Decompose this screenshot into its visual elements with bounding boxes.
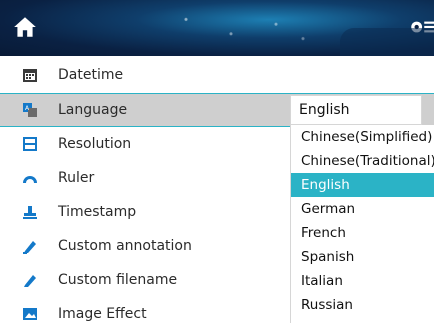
language-dropdown: Chinese(Simplified) Chinese(Traditional)… [290,125,434,323]
pen-icon [23,241,36,254]
pen-icon [24,275,36,287]
language-option[interactable]: French [291,221,434,245]
menu-item-label: Resolution [58,136,132,152]
menu-item-label: Language [58,102,128,118]
language-option[interactable]: Spanish [291,245,434,269]
language-select-value: English [299,102,350,118]
timestamp-icon [23,206,37,219]
language-option[interactable]: German [291,197,434,221]
language-option[interactable]: Italian [291,269,434,293]
settings-icon[interactable] [408,14,434,40]
menu-item-label: Image Effect [58,306,147,322]
image-effect-icon [23,308,37,320]
calendar-icon [23,69,37,82]
home-icon[interactable] [12,14,38,40]
language-icon: A [23,103,37,117]
menu-item-label: Custom filename [58,272,178,288]
menu-item-datetime[interactable]: Datetime [0,58,434,92]
resolution-icon [23,137,37,151]
language-option[interactable]: Russian [291,293,434,317]
language-option[interactable]: Chinese(Simplified) [291,125,434,149]
language-option[interactable]: English [291,173,434,197]
menu-item-label: Custom annotation [58,238,192,254]
menu-item-label: Timestamp [58,204,137,220]
menu-item-label: Datetime [58,67,124,83]
top-header [0,0,434,56]
language-select[interactable]: English [290,95,422,125]
menu-item-label: Ruler [58,170,95,186]
ruler-icon [23,176,37,183]
language-option[interactable]: Chinese(Traditional) [291,149,434,173]
